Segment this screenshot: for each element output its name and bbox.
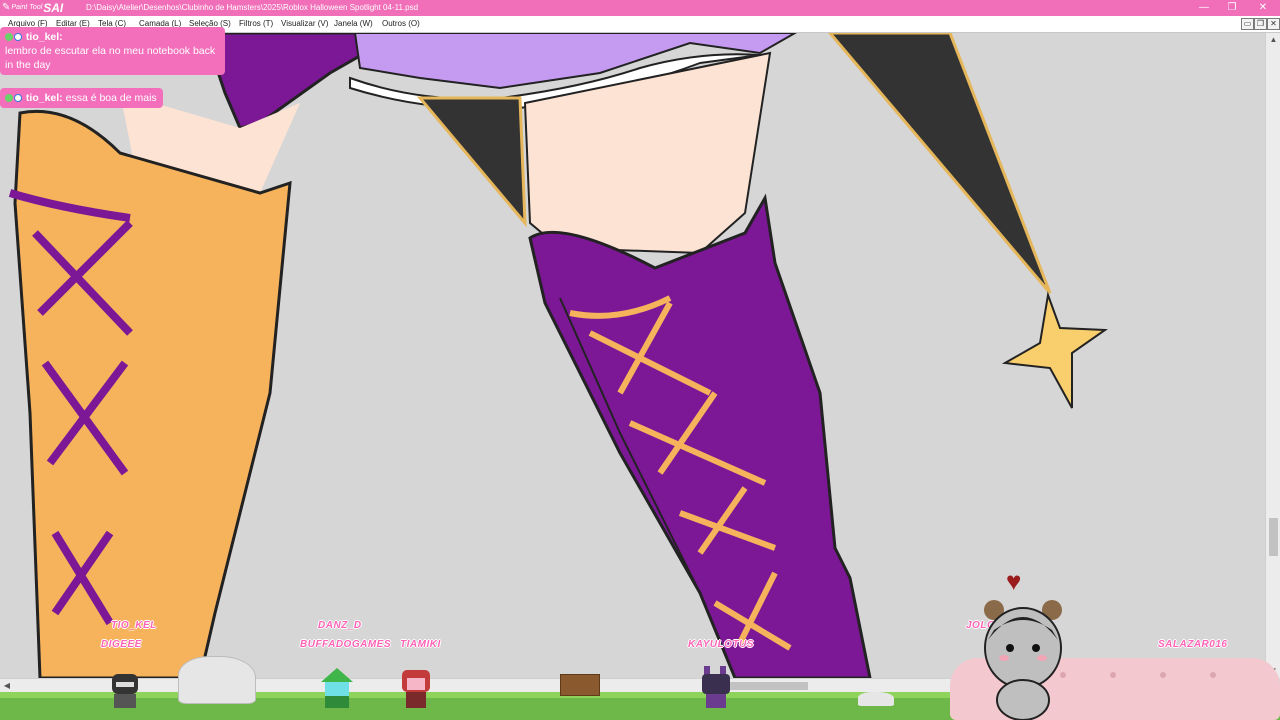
viewer-name: BUFFADOGAMES [300, 639, 391, 650]
viewer-name: TIAMIKI [400, 639, 441, 650]
viewer-name: SALAZAR016 [1158, 639, 1228, 650]
moderator-badge-icon [5, 33, 13, 42]
rock-decoration [858, 692, 894, 706]
mdi-restore-button[interactable]: ❐ [1254, 18, 1267, 30]
mdi-close-button[interactable]: ✕ [1267, 18, 1280, 30]
scroll-up-arrow-icon[interactable]: ▲ [1266, 33, 1280, 47]
chat-username: tio_kel: [25, 31, 63, 43]
logo-text-big: SAI [43, 1, 64, 15]
app-logo: ✎ Paint Tool SAI [2, 0, 63, 16]
menu-filtros[interactable]: Filtros (T) [239, 16, 273, 32]
vertical-scroll-thumb[interactable] [1269, 518, 1278, 556]
purple-boot [528, 193, 872, 678]
wooden-sign [560, 674, 600, 696]
viewer-avatar [112, 674, 138, 708]
moderator-badge-icon [5, 94, 13, 103]
verified-badge-icon [14, 33, 22, 42]
paintbrush-icon: ✎ [2, 2, 11, 13]
chat-message: tio_kel: lembro de escutar ela no meu no… [0, 27, 225, 75]
verified-badge-icon [14, 94, 22, 103]
title-bar: ✎ Paint Tool SAI D:\Daisy\Atelier\Desenh… [0, 0, 1280, 16]
center-thigh [523, 51, 772, 255]
mdi-minimize-button[interactable]: ▭ [1241, 18, 1254, 30]
horizontal-scroll-thumb[interactable] [730, 682, 808, 690]
stocking-right [828, 33, 1052, 294]
chat-username: tio_kel: [25, 92, 63, 104]
viewer-avatar [402, 670, 430, 708]
drawing-canvas[interactable] [0, 33, 1265, 678]
viewer-avatar [321, 668, 353, 708]
viewer-name: DANZ_D [318, 620, 362, 631]
chat-message: tio_kel: essa é boa de mais [0, 88, 163, 108]
viewer-name: TIO_KEL [111, 620, 157, 631]
viewer-avatar [702, 666, 730, 708]
chat-text: lembro de escutar ela no meu notebook ba… [5, 45, 216, 71]
artwork [8, 33, 1108, 678]
orange-boot [13, 109, 292, 678]
stocking-left [416, 96, 527, 228]
minimize-button[interactable]: — [1194, 0, 1214, 16]
rock-decoration [178, 656, 256, 704]
menu-outros[interactable]: Outros (O) [382, 16, 420, 32]
logo-text-small: Paint Tool [11, 4, 43, 11]
menu-visualizar[interactable]: Visualizar (V) [281, 16, 328, 32]
file-path-title: D:\Daisy\Atelier\Desenhos\Clubinho de Ha… [86, 3, 419, 12]
star-charm [1001, 291, 1108, 409]
scroll-left-arrow-icon[interactable]: ◀ [0, 679, 14, 693]
close-button[interactable]: ✕ [1253, 0, 1273, 16]
viewer-name: KAYULOTUS [688, 639, 754, 650]
menu-janela[interactable]: Janela (W) [334, 16, 373, 32]
chat-text: essa é boa de mais [65, 92, 157, 104]
heart-icon: ♥ [1006, 566, 1022, 596]
vertical-scrollbar[interactable]: ▲ ▼ [1265, 33, 1280, 678]
viewer-name: DIGEEE [101, 639, 142, 650]
restore-button[interactable]: ❐ [1222, 0, 1242, 16]
hamster-mascot [984, 600, 1062, 720]
